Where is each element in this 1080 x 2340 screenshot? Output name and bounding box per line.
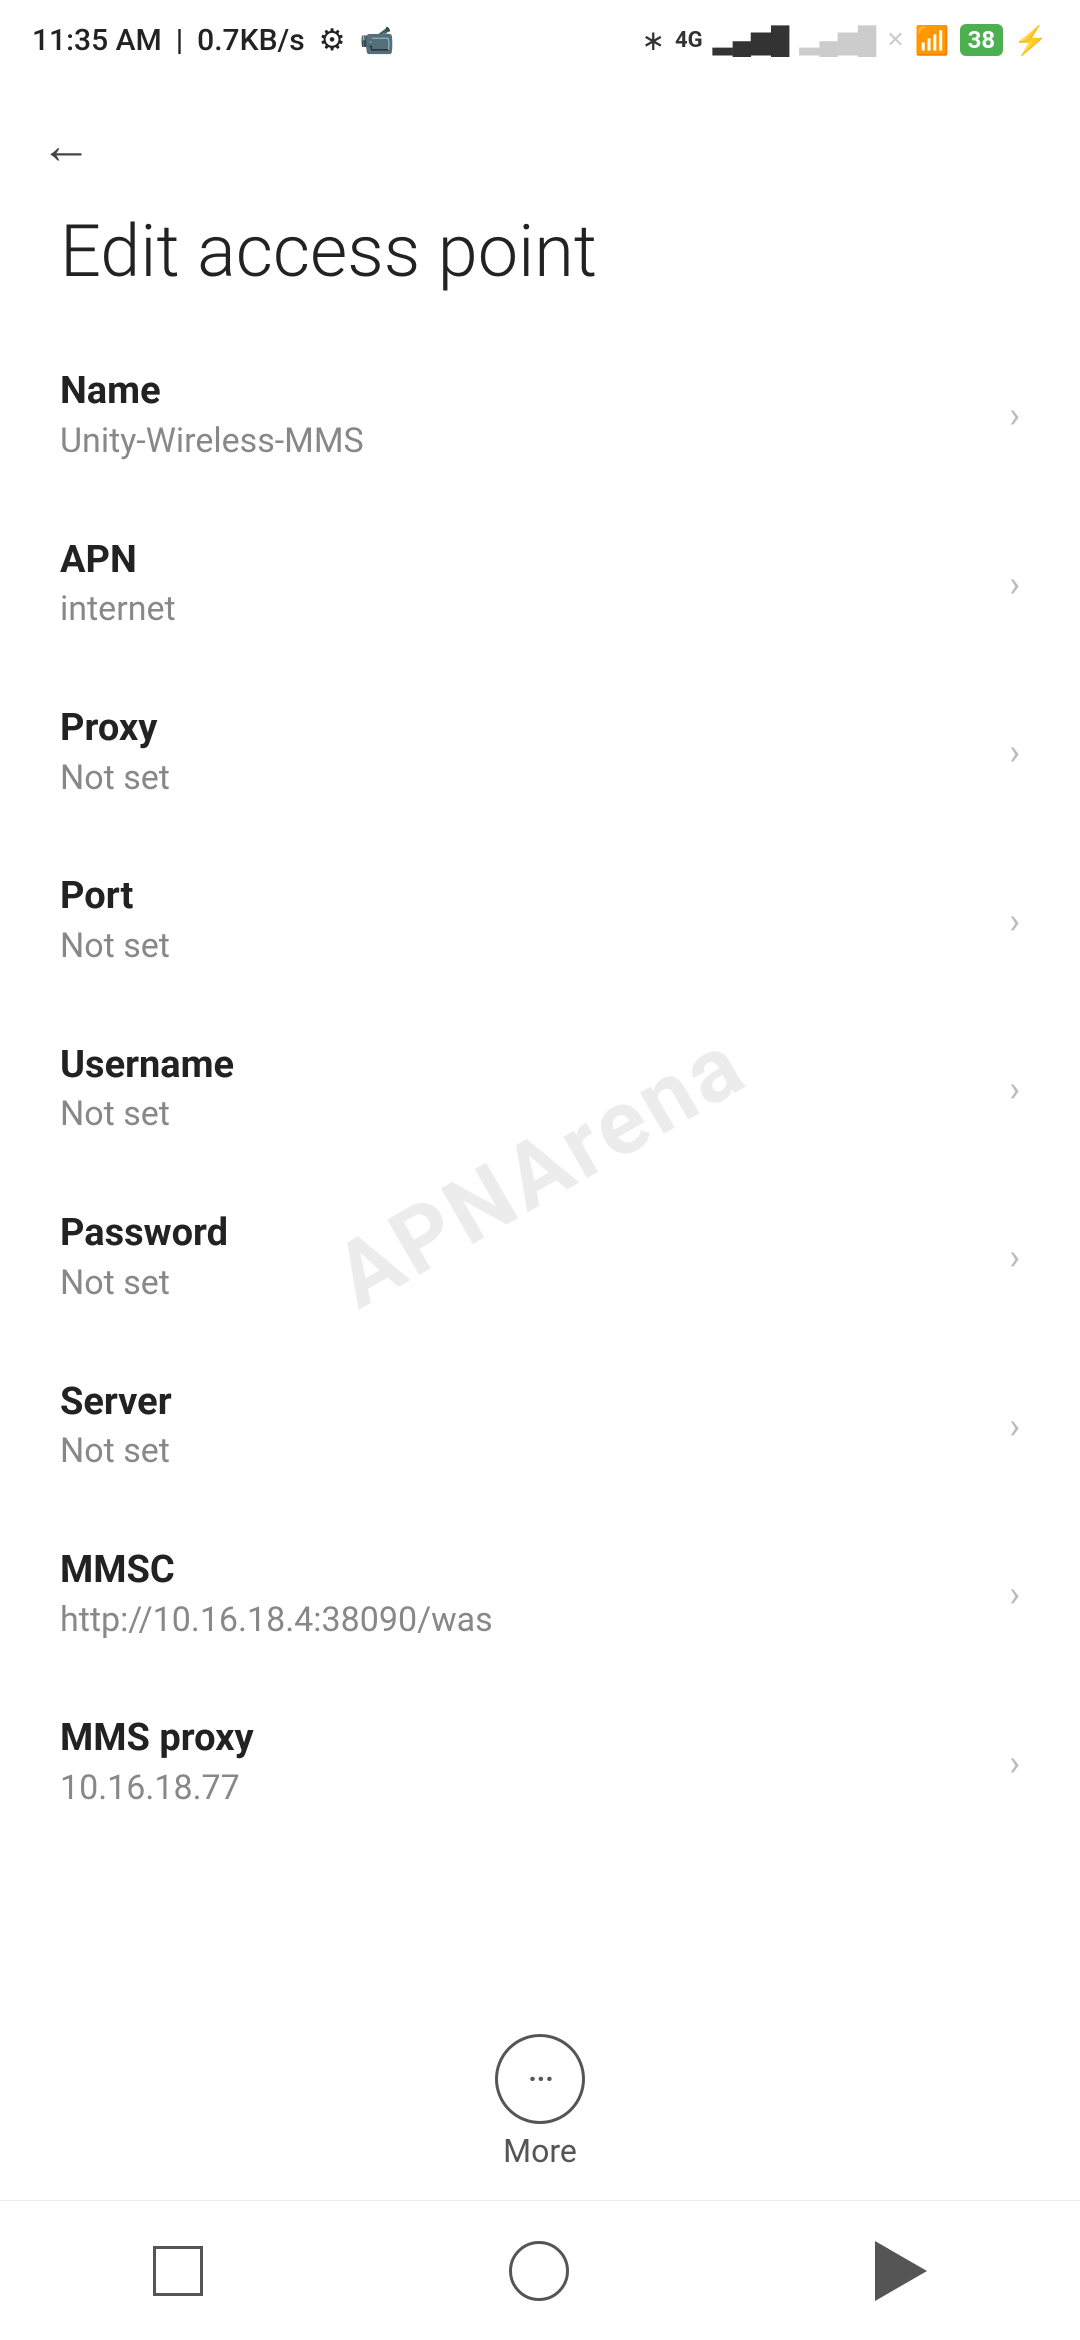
item-label-name: Name <box>60 369 989 415</box>
chevron-right-icon-name: › <box>1009 394 1020 436</box>
more-label: More <box>503 2132 577 2170</box>
item-value-apn: internet <box>60 589 989 630</box>
settings-item-server[interactable]: Server Not set › <box>0 1342 1080 1510</box>
item-value-name: Unity-Wireless-MMS <box>60 421 989 462</box>
nav-bar <box>0 2200 1080 2340</box>
item-content-password: Password Not set <box>60 1211 989 1303</box>
item-content-mmsc: MMSC http://10.16.18.4:38090/was <box>60 1548 989 1640</box>
4g-icon: 4G <box>675 28 703 53</box>
chevron-right-icon-mmsc: › <box>1009 1573 1020 1615</box>
status-right: ∗ 4G ▂▄▆█ ▂▄▆█ ✕ 📶 38 ⚡ <box>641 24 1048 57</box>
settings-item-name[interactable]: Name Unity-Wireless-MMS › <box>0 331 1080 499</box>
item-label-server: Server <box>60 1380 989 1426</box>
chevron-right-icon-mms-proxy: › <box>1009 1742 1020 1784</box>
item-content-proxy: Proxy Not set <box>60 706 989 798</box>
chevron-right-icon-username: › <box>1009 1068 1020 1110</box>
nav-home-button[interactable] <box>469 2221 609 2321</box>
time-display: 11:35 AM <box>32 23 162 58</box>
status-bar: 11:35 AM | 0.7KB/s ⚙ 📹 ∗ 4G ▂▄▆█ ▂▄▆█ ✕ … <box>0 0 1080 80</box>
item-value-server: Not set <box>60 1431 989 1472</box>
status-left: 11:35 AM | 0.7KB/s ⚙ 📹 <box>32 23 394 58</box>
item-label-apn: APN <box>60 538 989 584</box>
chevron-right-icon-port: › <box>1009 900 1020 942</box>
item-content-server: Server Not set <box>60 1380 989 1472</box>
item-label-proxy: Proxy <box>60 706 989 752</box>
nav-back-button[interactable] <box>835 2221 967 2321</box>
more-button[interactable]: ··· More <box>455 2024 625 2180</box>
bluetooth-icon: ∗ <box>641 24 664 57</box>
cross-signal-icon: ✕ <box>886 28 904 53</box>
speed-display: | <box>176 23 183 58</box>
more-icon: ··· <box>495 2034 585 2124</box>
back-icon <box>875 2241 927 2301</box>
settings-item-apn[interactable]: APN internet › <box>0 500 1080 668</box>
item-value-username: Not set <box>60 1094 989 1135</box>
settings-list: Name Unity-Wireless-MMS › APN internet ›… <box>0 331 1080 1847</box>
item-label-mmsc: MMSC <box>60 1548 989 1594</box>
wifi-icon: 📶 <box>915 24 950 57</box>
settings-item-mms-proxy[interactable]: MMS proxy 10.16.18.77 › <box>0 1678 1080 1846</box>
chevron-right-icon-password: › <box>1009 1236 1020 1278</box>
back-area: ← <box>0 80 1080 192</box>
item-value-port: Not set <box>60 926 989 967</box>
more-button-area: ··· More <box>0 2024 1080 2180</box>
recent-apps-icon <box>153 2246 203 2296</box>
item-content-port: Port Not set <box>60 874 989 966</box>
back-button[interactable]: ← <box>40 110 92 182</box>
page-title: Edit access point <box>0 192 1080 331</box>
video-icon: 📹 <box>360 24 395 57</box>
settings-item-username[interactable]: Username Not set › <box>0 1005 1080 1173</box>
item-content-username: Username Not set <box>60 1043 989 1135</box>
settings-item-mmsc[interactable]: MMSC http://10.16.18.4:38090/was › <box>0 1510 1080 1678</box>
settings-icon: ⚙ <box>319 23 346 58</box>
signal-icon: ▂▄▆█ <box>713 25 790 56</box>
settings-item-port[interactable]: Port Not set › <box>0 836 1080 1004</box>
item-label-password: Password <box>60 1211 989 1257</box>
item-content-apn: APN internet <box>60 538 989 630</box>
chevron-right-icon-proxy: › <box>1009 731 1020 773</box>
back-arrow-icon: ← <box>40 120 92 172</box>
signal2-icon: ▂▄▆█ <box>799 25 876 56</box>
item-value-mms-proxy: 10.16.18.77 <box>60 1768 989 1809</box>
battery-indicator: 38 <box>960 24 1004 56</box>
chevron-right-icon-server: › <box>1009 1405 1020 1447</box>
item-value-mmsc: http://10.16.18.4:38090/was <box>60 1600 989 1641</box>
home-icon <box>509 2241 569 2301</box>
item-label-port: Port <box>60 874 989 920</box>
item-value-proxy: Not set <box>60 758 989 799</box>
chevron-right-icon-apn: › <box>1009 563 1020 605</box>
network-speed: 0.7KB/s <box>197 23 304 58</box>
settings-item-proxy[interactable]: Proxy Not set › <box>0 668 1080 836</box>
item-label-mms-proxy: MMS proxy <box>60 1716 989 1762</box>
charging-icon: ⚡ <box>1013 24 1048 57</box>
nav-recent-button[interactable] <box>113 2226 243 2316</box>
settings-item-password[interactable]: Password Not set › <box>0 1173 1080 1341</box>
item-content-mms-proxy: MMS proxy 10.16.18.77 <box>60 1716 989 1808</box>
item-content-name: Name Unity-Wireless-MMS <box>60 369 989 461</box>
item-value-password: Not set <box>60 1263 989 1304</box>
item-label-username: Username <box>60 1043 989 1089</box>
